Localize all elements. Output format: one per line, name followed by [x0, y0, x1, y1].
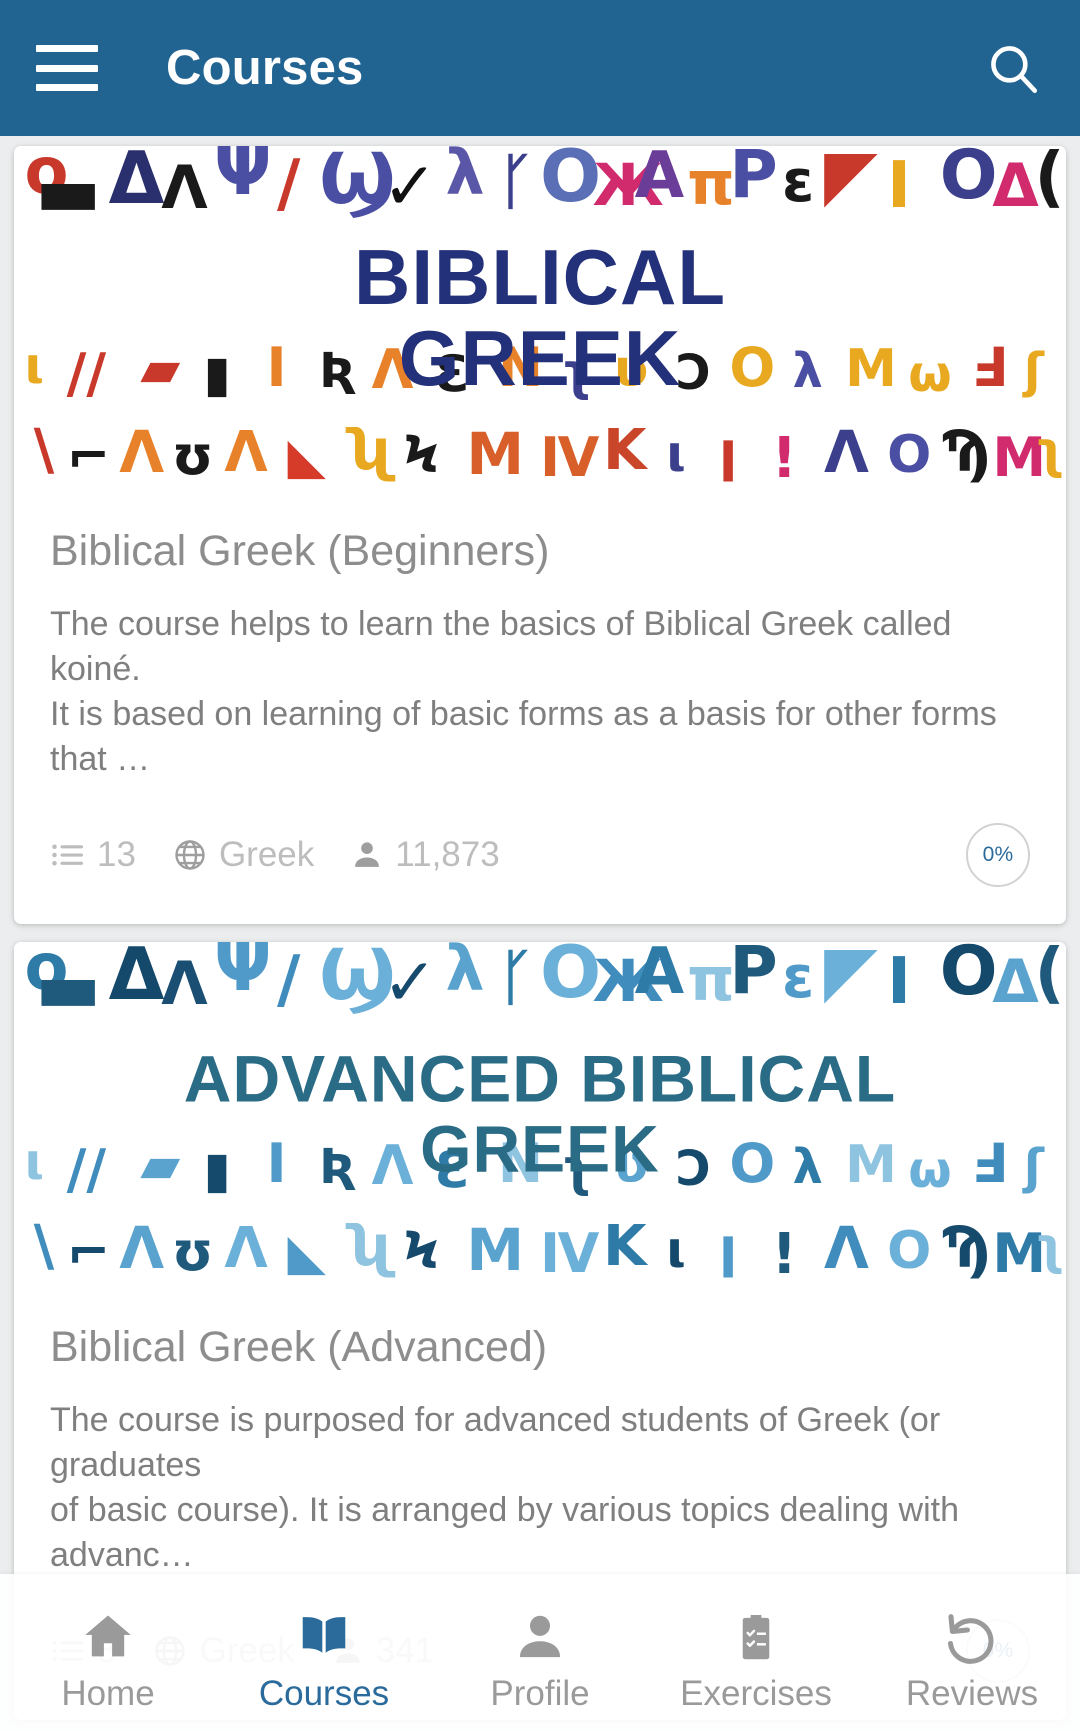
- globe-icon: [172, 837, 208, 873]
- course-description: The course helps to learn the basics of …: [50, 605, 997, 779]
- course-language-value: Greek: [218, 834, 315, 874]
- hamburger-bar: [36, 64, 98, 72]
- app-bar: Courses: [0, 0, 1080, 136]
- hamburger-bar: [36, 45, 98, 52]
- students-count: 11,873: [350, 834, 500, 875]
- person-icon: [512, 1606, 568, 1668]
- nav-item-courses[interactable]: Courses: [216, 1574, 432, 1731]
- nav-label-home: Home: [61, 1674, 155, 1713]
- decorative-glyph-strip: ∖ ⌐ Λ ʊ Λ ◣ ʯ Ϟ Μ Ⅳ Κ ι ꞁ ! Λ Ο Ϡ Μ ʅ: [24, 1222, 1065, 1287]
- course-banner: ο ▬ Δ Λ Ψ / Ϣ ✓ λ ᚴ Ο Ж Α π Ρ ε ◤ Ι Ο Δ …: [14, 941, 1066, 1287]
- clipboard-check-icon: [729, 1606, 783, 1668]
- decorative-glyph-strip: ο ▬ Δ Λ Ψ / Ϣ ✓ λ ᚴ Ο Ж Α π Ρ ε ◤ Ι Ο Δ …: [24, 941, 1065, 1028]
- students-count-value: 11,873: [395, 834, 500, 874]
- nav-label-exercises: Exercises: [680, 1674, 832, 1713]
- course-language: Greek: [172, 835, 314, 875]
- nav-label-courses: Courses: [258, 1674, 390, 1713]
- course-card[interactable]: ο ▬ Δ Λ Ψ / Ϣ ✓ λ ᚴ Ο Ж Α π Ρ ε ◤ Ι Ο Δ …: [14, 146, 1066, 924]
- progress-value: 0%: [982, 842, 1014, 866]
- undo-arrow-icon: [943, 1606, 1001, 1668]
- decorative-glyph-strip: ο ▬ Δ Λ Ψ / Ϣ ✓ λ ᚴ Ο Ж Α π Ρ ε ◤ Ι Ο Δ …: [24, 146, 1065, 232]
- home-icon: [79, 1606, 137, 1668]
- decorative-glyph-strip: ∖ ⌐ Λ ʊ Λ ◣ ʯ Ϟ Μ Ⅳ Κ ι ꞁ ! Λ Ο Ϡ Μ ʅ: [24, 427, 1065, 491]
- lessons-count: 13: [50, 835, 136, 875]
- course-card-body: Biblical Greek (Beginners) The course he…: [14, 491, 1066, 924]
- lessons-count-value: 13: [97, 834, 136, 874]
- bottom-navigation-bar: Home Courses Profile Exercises Reviews: [0, 1574, 1080, 1731]
- book-icon: [295, 1606, 353, 1668]
- course-title: Biblical Greek (Beginners): [50, 527, 550, 575]
- course-meta-row: 13 Greek 11,873 0%: [50, 816, 1030, 894]
- progress-badge: 0%: [966, 822, 1030, 887]
- search-icon[interactable]: [982, 37, 1044, 99]
- nav-item-home[interactable]: Home: [0, 1574, 216, 1731]
- banner-title: ADVANCED BIBLICAL GREEK: [183, 1042, 897, 1186]
- course-list[interactable]: ο ▬ Δ Λ Ψ / Ϣ ✓ λ ᚴ Ο Ж Α π Ρ ε ◤ Ι Ο Δ …: [0, 136, 1080, 1731]
- hamburger-menu-icon[interactable]: [36, 45, 98, 91]
- course-description: The course is purposed for advanced stud…: [50, 1401, 960, 1574]
- app-screen: Courses ο ▬ Δ Λ Ψ / Ϣ ✓ λ ᚴ Ο Ж Α π Ρ ε …: [0, 0, 1080, 1731]
- page-title: Courses: [166, 41, 364, 95]
- nav-item-profile[interactable]: Profile: [432, 1574, 648, 1731]
- list-icon: [50, 837, 86, 873]
- hamburger-bar: [36, 84, 98, 91]
- person-icon: [350, 838, 384, 872]
- nav-item-exercises[interactable]: Exercises: [648, 1574, 864, 1731]
- nav-label-reviews: Reviews: [905, 1674, 1039, 1713]
- banner-title: BIBLICAL GREEK: [354, 232, 726, 403]
- nav-item-reviews[interactable]: Reviews: [864, 1574, 1080, 1731]
- course-title: Biblical Greek (Advanced): [50, 1322, 548, 1371]
- course-banner: ο ▬ Δ Λ Ψ / Ϣ ✓ λ ᚴ Ο Ж Α π Ρ ε ◤ Ι Ο Δ …: [14, 146, 1066, 491]
- nav-label-profile: Profile: [490, 1674, 590, 1713]
